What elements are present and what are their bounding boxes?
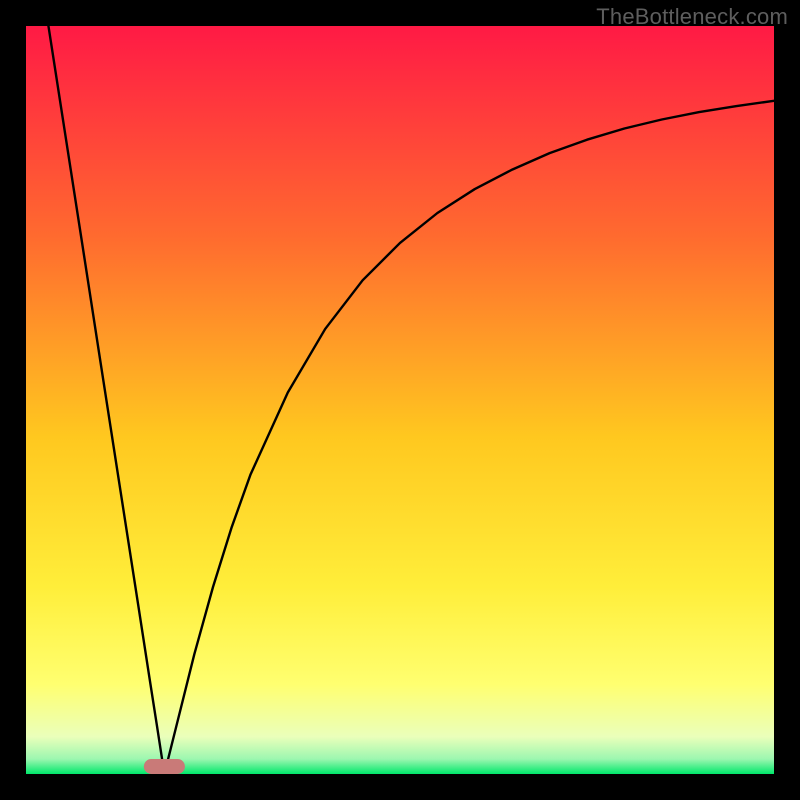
gradient-background: [26, 26, 774, 774]
watermark-text: TheBottleneck.com: [596, 4, 788, 30]
chart-frame: [26, 26, 774, 774]
chart-svg: [26, 26, 774, 774]
min-marker: [144, 759, 185, 774]
